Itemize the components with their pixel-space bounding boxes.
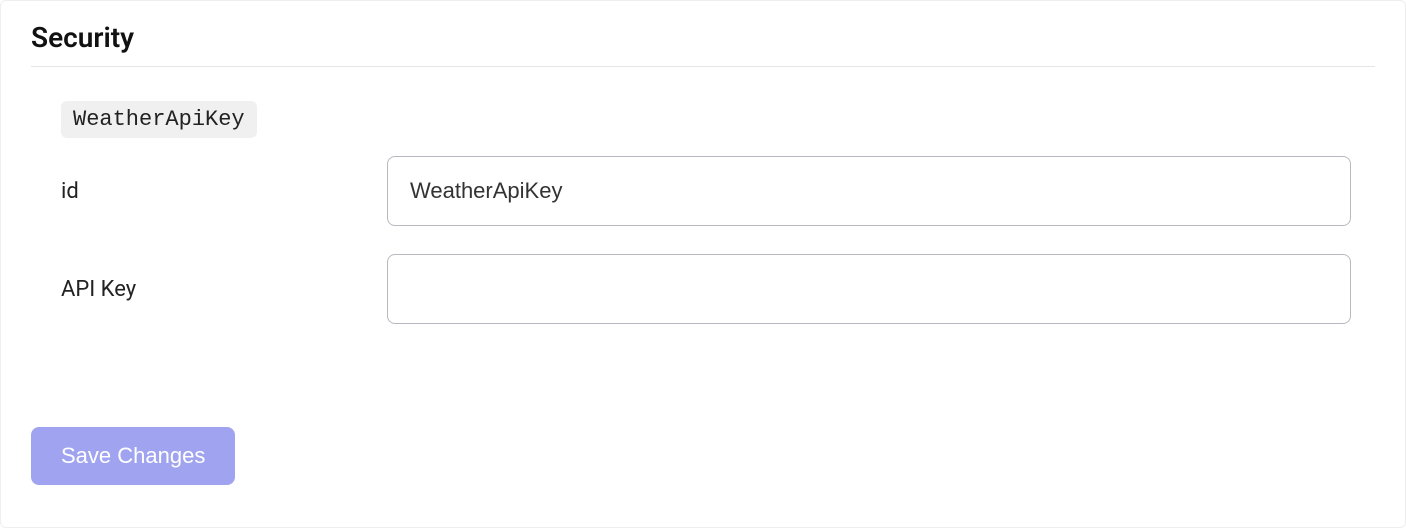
security-form: WeatherApiKey id API Key bbox=[31, 101, 1375, 324]
id-input[interactable] bbox=[387, 156, 1351, 226]
section-title: Security bbox=[31, 21, 1375, 67]
id-row: id bbox=[61, 156, 1375, 226]
api-key-row: API Key bbox=[61, 254, 1375, 324]
api-key-label: API Key bbox=[61, 277, 387, 302]
id-label: id bbox=[61, 179, 387, 204]
credential-name-badge: WeatherApiKey bbox=[61, 101, 257, 138]
save-button[interactable]: Save Changes bbox=[31, 427, 235, 485]
security-panel: Security WeatherApiKey id API Key Save C… bbox=[0, 0, 1406, 528]
api-key-input[interactable] bbox=[387, 254, 1351, 324]
